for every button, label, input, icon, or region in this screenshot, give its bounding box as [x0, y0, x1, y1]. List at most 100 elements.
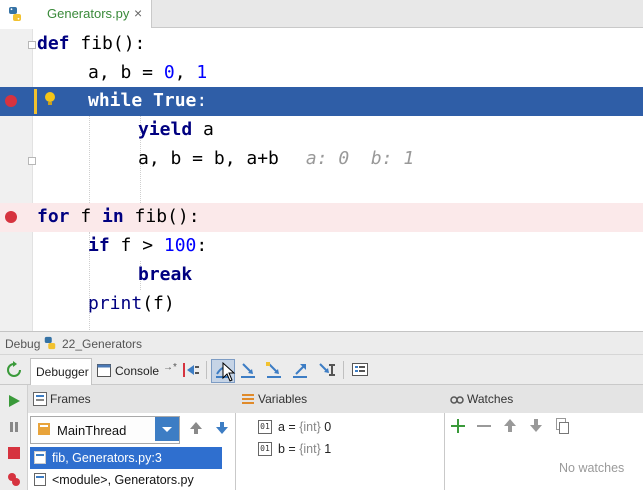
stack-frame-row[interactable]: fib, Generators.py:3	[30, 447, 222, 469]
add-watch-icon[interactable]	[449, 417, 469, 437]
debug-tool-window-header: Debug 22_Generators	[0, 331, 643, 355]
pause-icon[interactable]	[4, 417, 26, 439]
code-line: yield a	[0, 116, 643, 145]
code-line: print(f)	[0, 290, 643, 319]
inline-debug-values: a: 0 b: 1	[305, 148, 415, 169]
debug-side-toolbar	[0, 385, 28, 490]
tab-generators-py[interactable]: Generators.py ×	[0, 0, 152, 28]
toolbar-separator	[206, 361, 207, 379]
keyword: in	[102, 206, 124, 227]
close-tab-icon[interactable]: ×	[134, 5, 142, 21]
code-text: fib():	[123, 206, 200, 227]
view-breakpoints-icon[interactable]	[4, 469, 26, 491]
frames-title: Frames	[50, 392, 91, 406]
variables-title: Variables	[258, 392, 308, 406]
move-watch-up-icon[interactable]	[501, 417, 521, 437]
variables-panel-header: Variables	[236, 385, 446, 414]
thread-selector[interactable]: MainThread	[30, 416, 180, 444]
no-watches-text: No watches	[559, 461, 625, 475]
watches-panel-header: Watches	[445, 385, 643, 414]
stack-frame-row[interactable]: <module>, Generators.py	[30, 469, 235, 491]
thread-label: MainThread	[57, 423, 127, 438]
breakpoint-icon[interactable]	[5, 211, 17, 223]
code-text: a	[192, 119, 214, 140]
current-execution-line: while True:	[0, 87, 643, 116]
keyword: while	[88, 90, 143, 111]
previous-frame-icon[interactable]	[186, 418, 208, 440]
code-text: fib():	[69, 33, 146, 54]
builtin-function: print	[88, 293, 143, 314]
frames-icon	[33, 392, 47, 406]
run-to-cursor-icon[interactable]	[315, 359, 337, 381]
chevron-down-icon[interactable]	[155, 417, 179, 441]
editor-tab-bar: Generators.py ×	[0, 0, 643, 28]
keyword: if	[88, 235, 110, 256]
code-line: a, b = b, a+b a: 0 b: 1	[0, 145, 643, 174]
tab-debugger[interactable]: Debugger	[30, 358, 92, 385]
code-text: ,	[174, 62, 197, 83]
keyword: yield	[138, 119, 193, 140]
number-literal: 100	[163, 235, 197, 256]
variable-eq: =	[284, 442, 300, 456]
breakpoint-icon[interactable]	[5, 95, 17, 107]
code-text: f >	[109, 235, 164, 256]
variables-panel: 01 a = {int} 0 01 b = {int} 1	[236, 413, 445, 490]
frame-icon	[34, 473, 46, 486]
code-line: break	[0, 261, 643, 290]
variable-eq: =	[284, 420, 300, 434]
code-text: (f)	[142, 293, 175, 314]
frame-label: fib, Generators.py:3	[52, 451, 162, 465]
copy-watch-icon[interactable]	[553, 417, 573, 437]
step-out-icon[interactable]	[289, 359, 311, 381]
code-text: f	[69, 206, 103, 227]
run-config-name[interactable]: 22_Generators	[62, 337, 142, 351]
variable-row-b[interactable]: 01 b = {int} 1	[258, 440, 438, 460]
next-frame-icon[interactable]	[212, 418, 234, 440]
step-into-my-code-icon[interactable]	[263, 359, 285, 381]
frame-icon	[34, 451, 46, 464]
code-text: a, b =	[88, 62, 164, 83]
variable-name: a	[278, 420, 285, 434]
keyword: def	[37, 33, 70, 54]
step-into-icon[interactable]	[237, 359, 259, 381]
variable-value: 0	[320, 420, 332, 434]
tab-debugger-label: Debugger	[36, 365, 89, 379]
code-text: :	[196, 90, 208, 111]
remove-watch-icon[interactable]	[475, 417, 495, 437]
watches-title: Watches	[467, 392, 514, 406]
code-text: :	[196, 235, 208, 256]
variables-icon	[242, 394, 254, 404]
variable-type: {int}	[299, 442, 321, 456]
variable-type: {int}	[299, 420, 321, 434]
code-line: a, b = 0, 1	[0, 59, 643, 88]
watches-icon	[450, 396, 464, 404]
rerun-icon[interactable]	[3, 359, 25, 381]
frames-panel-header: Frames	[28, 385, 237, 414]
int-variable-icon: 01	[258, 442, 272, 456]
mouse-cursor-icon	[222, 362, 236, 382]
thread-icon	[38, 423, 50, 435]
pin-arrow-icon[interactable]: →*	[163, 362, 177, 373]
resume-icon[interactable]	[4, 391, 26, 413]
debug-title: Debug	[5, 337, 41, 351]
code-line: if f > 100:	[0, 232, 643, 261]
python-run-config-icon	[44, 336, 56, 350]
frame-label: <module>, Generators.py	[52, 473, 194, 487]
code-editor[interactable]: def fib(): a, b = 0, 1 while True: yield…	[0, 29, 643, 342]
stop-icon[interactable]	[4, 443, 26, 465]
int-variable-icon: 01	[258, 420, 272, 434]
code-text: a, b = b, a+b	[138, 148, 279, 169]
tab-label: Generators.py	[47, 6, 130, 21]
console-icon	[97, 364, 111, 377]
tab-console[interactable]: Console →*	[93, 358, 177, 384]
watches-panel: No watches	[445, 413, 643, 490]
python-file-icon	[9, 7, 21, 21]
code-line: def fib():	[0, 30, 643, 59]
show-execution-point-icon[interactable]	[180, 359, 202, 381]
debugger-toolbar: Debugger Console →*	[0, 355, 643, 385]
keyword: break	[138, 264, 193, 285]
move-watch-down-icon[interactable]	[527, 417, 547, 437]
variable-row-a[interactable]: 01 a = {int} 0	[258, 418, 438, 438]
evaluate-expression-icon[interactable]	[349, 359, 371, 381]
